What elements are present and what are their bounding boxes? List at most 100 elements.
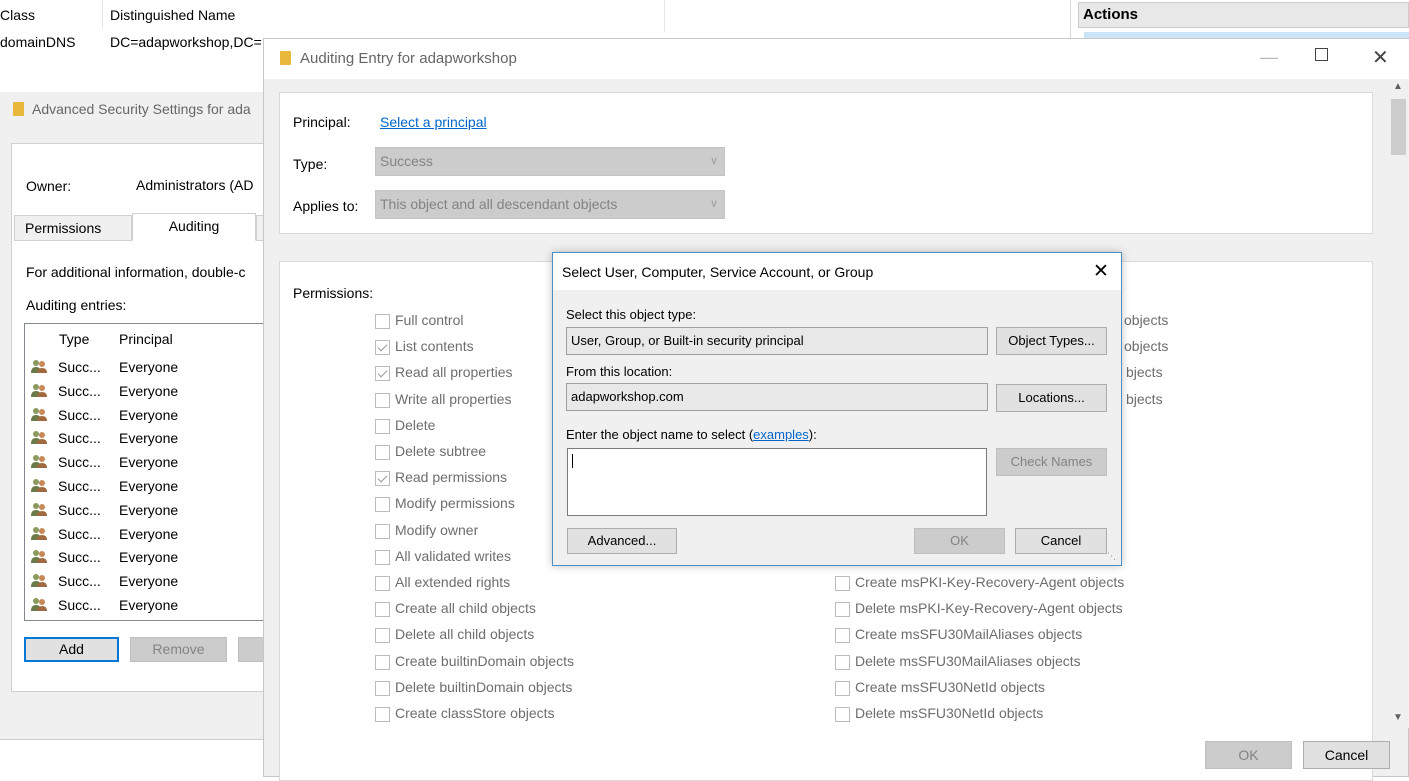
- entry-type: Succ...: [58, 597, 101, 613]
- principal-label: Principal:: [293, 114, 351, 130]
- minimize-icon[interactable]: —: [1260, 47, 1278, 68]
- cancel-button[interactable]: Cancel: [1303, 741, 1390, 769]
- close-icon[interactable]: ✕: [1093, 260, 1109, 283]
- checkbox-box[interactable]: [375, 549, 390, 565]
- object-name-label-pre: Enter the object name to select (: [566, 427, 754, 442]
- column-header-class[interactable]: Class: [0, 7, 35, 23]
- list-item[interactable]: Succ... Everyone: [25, 355, 265, 379]
- check-names-button[interactable]: Check Names: [996, 448, 1107, 476]
- users-icon: [31, 574, 47, 588]
- list-item[interactable]: Succ... Everyone: [25, 569, 265, 593]
- list-item[interactable]: Succ... Everyone: [25, 450, 265, 474]
- list-item[interactable]: Succ... Everyone: [25, 522, 265, 546]
- permission-label: Modify owner: [395, 521, 479, 538]
- checkbox-box[interactable]: [375, 418, 390, 434]
- scrollbar-thumb[interactable]: [1391, 99, 1406, 155]
- entry-type: Succ...: [58, 478, 101, 494]
- ok-button[interactable]: OK: [1205, 741, 1292, 769]
- applies-to-combo[interactable]: This object and all descendant objects ∨: [375, 190, 725, 219]
- list-item[interactable]: Succ... Everyone: [25, 593, 265, 617]
- checkbox-box[interactable]: [375, 628, 390, 644]
- checkbox-box[interactable]: [375, 707, 390, 722]
- checkbox-box[interactable]: [375, 576, 390, 591]
- checkbox-box[interactable]: [375, 445, 390, 460]
- scroll-up-icon[interactable]: ▲: [1393, 81, 1403, 92]
- locations-button[interactable]: Locations...: [996, 384, 1107, 412]
- list-item[interactable]: Succ... Everyone: [25, 545, 265, 569]
- ok-button[interactable]: OK: [914, 528, 1005, 554]
- examples-link[interactable]: examples: [753, 427, 809, 442]
- location-field: adapworkshop.com: [566, 383, 988, 411]
- users-icon: [31, 598, 47, 611]
- tab-permissions[interactable]: Permissions: [14, 215, 132, 241]
- column-header-dn[interactable]: Distinguished Name: [110, 7, 235, 23]
- users-icon: [31, 550, 47, 564]
- checkbox-box[interactable]: [375, 680, 390, 696]
- list-item[interactable]: Succ... Everyone: [25, 474, 265, 498]
- column-header-principal[interactable]: Principal: [119, 331, 173, 347]
- maximize-icon[interactable]: [1315, 48, 1328, 61]
- column-separator: [102, 0, 103, 28]
- add-button[interactable]: Add: [24, 637, 119, 662]
- actions-header: Actions: [1078, 2, 1409, 28]
- applies-to-label: Applies to:: [293, 198, 359, 214]
- cancel-button[interactable]: Cancel: [1015, 528, 1107, 554]
- entry-type: Succ...: [58, 501, 101, 518]
- select-principal-link[interactable]: Select a principal: [380, 114, 487, 130]
- permission-label: Delete msSFU30MailAliases objects: [855, 652, 1081, 669]
- entry-principal: Everyone: [119, 501, 179, 518]
- select-principal-dialog: Select User, Computer, Service Account, …: [552, 252, 1122, 566]
- checkbox-box[interactable]: [835, 576, 850, 591]
- scroll-down-icon[interactable]: ▼: [1393, 712, 1403, 723]
- permission-label: Full control: [395, 312, 464, 328]
- info-text: For additional information, double-c: [26, 264, 246, 280]
- list-item[interactable]: Succ... Everyone: [25, 498, 265, 522]
- remove-button[interactable]: Remove: [130, 637, 227, 662]
- checkbox-box[interactable]: [375, 314, 390, 329]
- resize-grip-icon[interactable]: ⋱: [1107, 551, 1116, 562]
- chevron-down-icon: ∨: [709, 155, 718, 167]
- vertical-scrollbar[interactable]: ▲ ▼: [1388, 79, 1409, 728]
- column-header-type[interactable]: Type: [59, 331, 89, 347]
- object-types-button[interactable]: Object Types...: [996, 327, 1107, 355]
- auditing-entries-list[interactable]: Type Principal Succ... Everyone Succ... Eve…: [24, 323, 268, 621]
- checkbox-box[interactable]: [835, 654, 850, 670]
- checkbox-box[interactable]: [835, 707, 850, 722]
- list-item[interactable]: Succ... Everyone: [25, 426, 265, 450]
- checkbox-box[interactable]: [375, 602, 390, 618]
- title-bar: Auditing Entry for adapworkshop — ✕: [264, 39, 1409, 79]
- checkbox-box[interactable]: [375, 366, 390, 382]
- applies-to-value: This object and all descendant objects: [380, 196, 618, 212]
- checkbox-box[interactable]: [375, 654, 390, 670]
- permission-label: Delete subtree: [395, 443, 487, 459]
- permission-label: Create msSFU30MailAliases objects: [855, 626, 1083, 643]
- background-list: Class Distinguished Name: [0, 0, 665, 32]
- object-name-input[interactable]: [567, 448, 987, 516]
- close-icon[interactable]: ✕: [1372, 45, 1389, 70]
- checkbox-box[interactable]: [375, 340, 390, 356]
- permissions-label: Permissions:: [293, 285, 374, 301]
- tab-auditing[interactable]: Auditing: [132, 213, 256, 241]
- checkbox-box[interactable]: [835, 602, 850, 618]
- permission-label: Delete builtinDomain objects: [395, 678, 573, 695]
- permission-label-partial: objects: [1124, 312, 1169, 328]
- users-icon: [31, 502, 47, 516]
- list-item[interactable]: Succ... Everyone: [25, 379, 265, 403]
- permission-label-partial: bjects: [1126, 364, 1163, 381]
- checkbox-box[interactable]: [375, 471, 390, 487]
- checkbox-box[interactable]: [375, 523, 390, 539]
- checkbox-box[interactable]: [835, 680, 850, 696]
- permission-label: List contents: [395, 338, 474, 355]
- checkbox-box[interactable]: [835, 628, 850, 644]
- permission-label: Read permissions: [395, 469, 508, 486]
- list-item[interactable]: Succ... Everyone: [25, 403, 265, 427]
- checkbox-box[interactable]: [375, 392, 390, 408]
- type-combo[interactable]: Success ∨: [375, 147, 725, 176]
- users-icon: [31, 455, 47, 469]
- checkbox-box[interactable]: [375, 497, 390, 513]
- permission-label: Modify permissions: [395, 495, 515, 512]
- list-cell-dn[interactable]: DC=adapworkshop,DC=: [110, 34, 262, 50]
- advanced-button[interactable]: Advanced...: [567, 528, 677, 554]
- permission-label: Delete all child objects: [395, 626, 535, 643]
- list-cell-class[interactable]: domainDNS: [0, 34, 75, 50]
